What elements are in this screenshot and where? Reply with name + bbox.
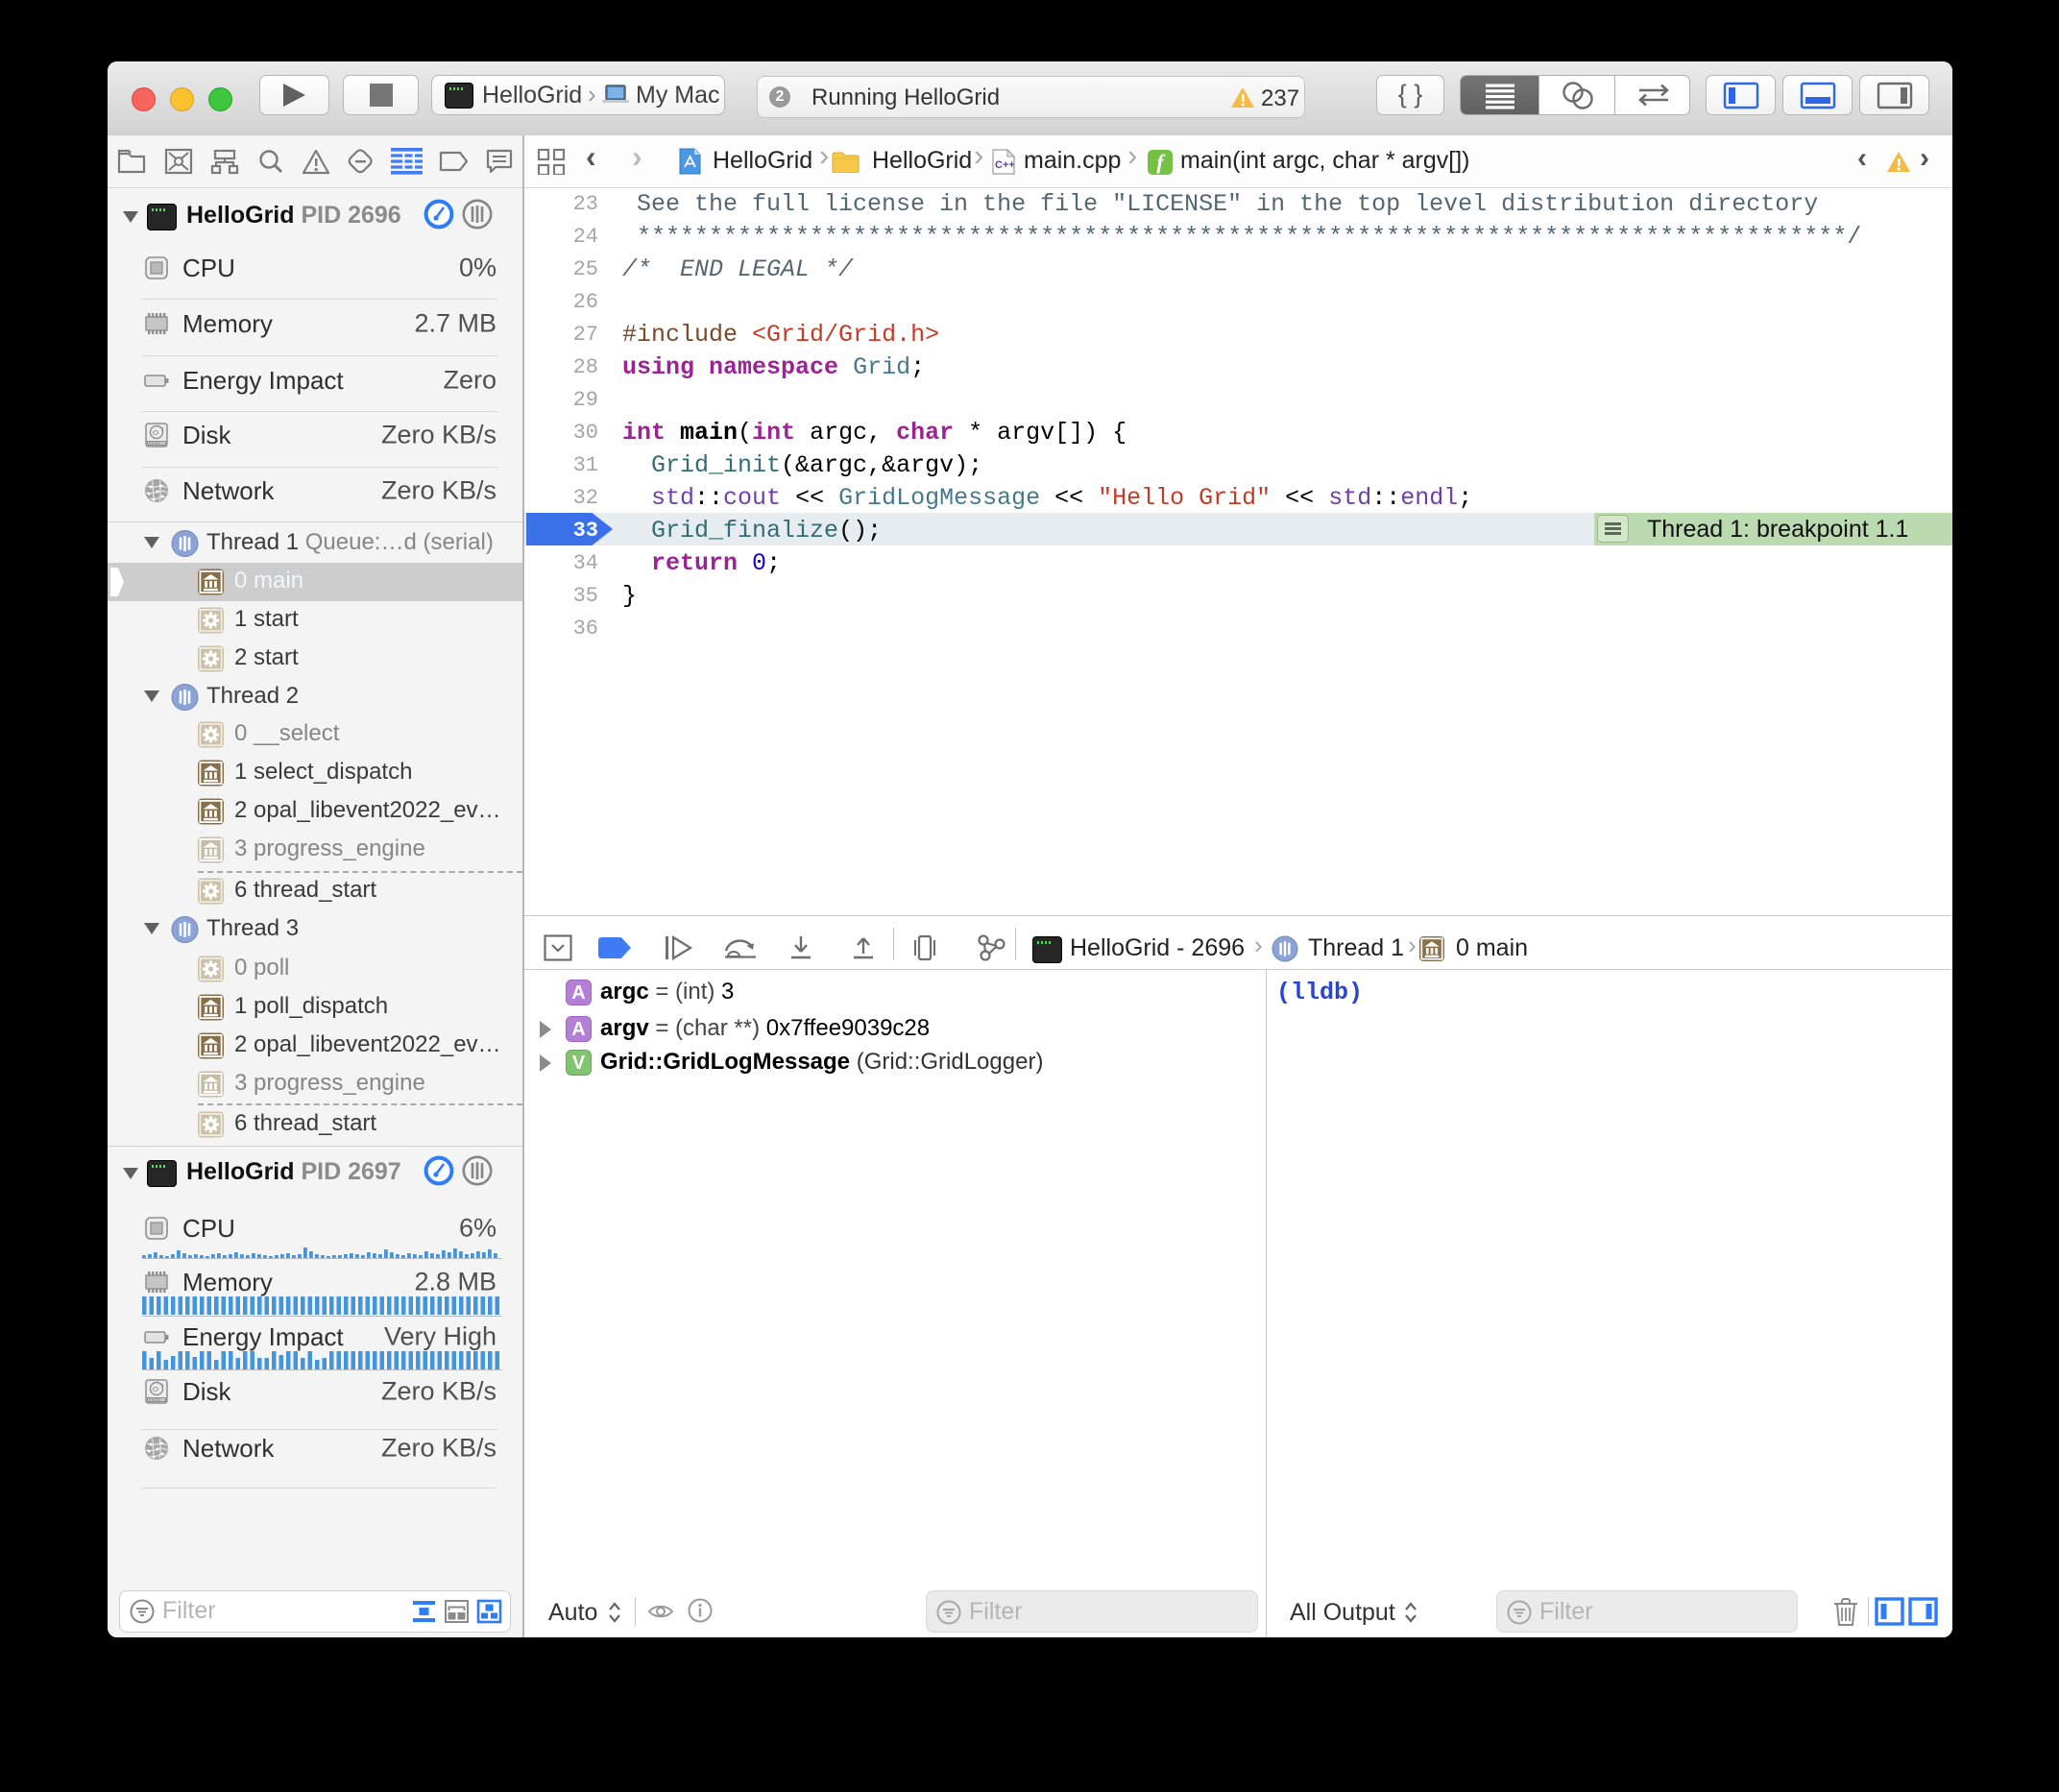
svg-text:C++: C++	[995, 159, 1015, 171]
